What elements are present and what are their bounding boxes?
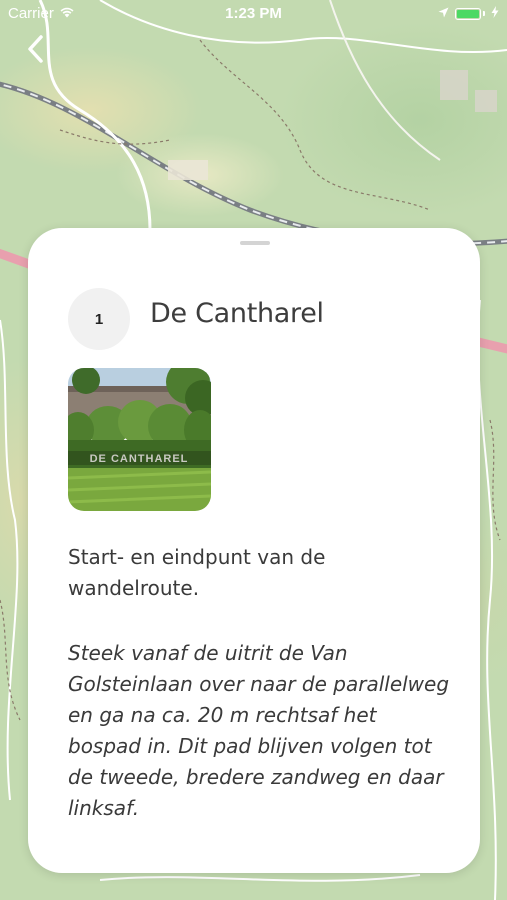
chevron-left-icon <box>26 34 44 68</box>
battery-level <box>457 9 479 18</box>
charging-bolt-icon <box>491 5 499 22</box>
poi-description: Start- en eindpunt van de wandelroute. <box>68 545 326 600</box>
back-button[interactable] <box>18 34 52 68</box>
poi-photo[interactable]: DE CANTHAREL <box>68 368 211 511</box>
status-indicators <box>438 5 499 22</box>
poi-detail-card[interactable]: 1 De Cantharel DE CANTHAREL Start- en ei… <box>28 228 480 873</box>
drag-handle[interactable] <box>240 241 270 245</box>
location-arrow-icon <box>438 5 449 22</box>
poi-number-badge: 1 <box>68 288 130 350</box>
battery-icon <box>455 7 481 20</box>
poi-directions: Steek vanaf de uitrit de Van Golsteinlaa… <box>68 641 450 820</box>
photo-sign-text: DE CANTHAREL <box>90 453 189 465</box>
status-time: 1:23 PM <box>225 5 282 22</box>
battery-cap <box>483 11 485 16</box>
poi-title: De Cantharel <box>150 298 324 329</box>
status-bar: Carrier 1:23 PM <box>0 0 507 28</box>
